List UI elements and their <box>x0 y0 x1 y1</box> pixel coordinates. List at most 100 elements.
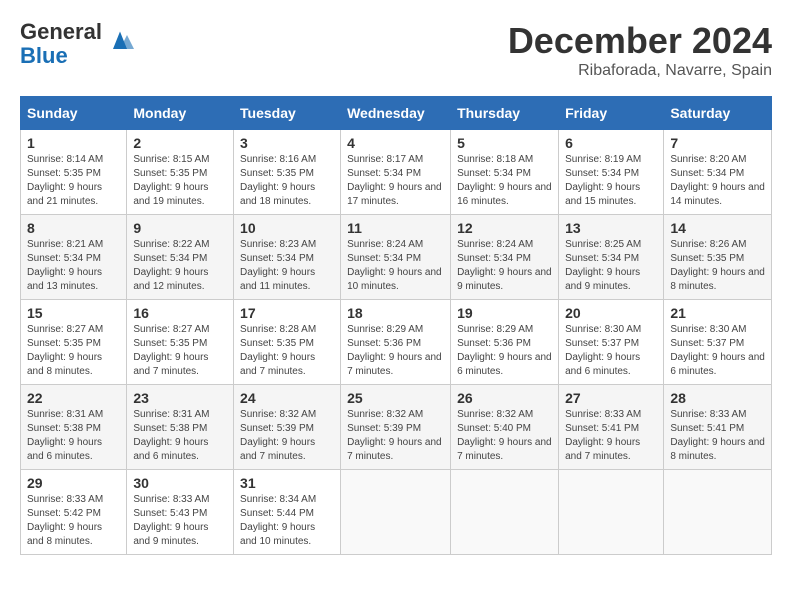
day-number: 19 <box>457 305 552 321</box>
day-number: 14 <box>670 220 765 236</box>
logo-general: General <box>20 20 102 44</box>
calendar-header-friday: Friday <box>559 97 664 130</box>
calendar-day-cell: 7Sunrise: 8:20 AMSunset: 5:34 PMDaylight… <box>664 130 772 215</box>
day-info: Sunrise: 8:21 AMSunset: 5:34 PMDaylight:… <box>27 238 120 294</box>
calendar-day-cell: 19 Sunrise: 8:29 AMSunset: 5:36 PMDayligh… <box>451 300 559 385</box>
logo-blue: Blue <box>20 44 102 68</box>
day-number: 29 <box>27 475 120 491</box>
day-number: 23 <box>133 390 227 406</box>
calendar-week-row: 15 Sunrise: 8:27 AMSunset: 5:35 PMDayligh… <box>21 300 772 385</box>
day-number: 8 <box>27 220 120 236</box>
day-info: Sunrise: 8:33 AMSunset: 5:42 PMDaylight:… <box>27 493 120 549</box>
day-info: Sunrise: 8:26 AMSunset: 5:35 PMDaylight:… <box>670 238 765 294</box>
day-number: 10 <box>240 220 334 236</box>
calendar-header-thursday: Thursday <box>451 97 559 130</box>
day-number: 30 <box>133 475 227 491</box>
calendar-day-cell: 3Sunrise: 8:16 AMSunset: 5:35 PMDaylight… <box>234 130 341 215</box>
calendar-day-cell: 29 Sunrise: 8:33 AMSunset: 5:42 PMDayligh… <box>21 470 127 555</box>
calendar-day-cell: 10 Sunrise: 8:23 AMSunset: 5:34 PMDayligh… <box>234 215 341 300</box>
day-number: 24 <box>240 390 334 406</box>
day-info: Sunrise: 8:29 AMSunset: 5:36 PMDaylight:… <box>457 323 552 379</box>
day-number: 3 <box>240 135 334 151</box>
logo-icon <box>106 28 134 56</box>
calendar-day-cell: 20 Sunrise: 8:30 AMSunset: 5:37 PMDayligh… <box>559 300 664 385</box>
day-info: Sunrise: 8:31 AMSunset: 5:38 PMDaylight:… <box>27 408 120 464</box>
day-number: 5 <box>457 135 552 151</box>
day-info: Sunrise: 8:15 AMSunset: 5:35 PMDaylight:… <box>133 153 227 209</box>
calendar-day-cell: 24 Sunrise: 8:32 AMSunset: 5:39 PMDayligh… <box>234 385 341 470</box>
calendar-day-cell: 8 Sunrise: 8:21 AMSunset: 5:34 PMDaylight… <box>21 215 127 300</box>
day-info: Sunrise: 8:20 AMSunset: 5:34 PMDaylight:… <box>670 153 765 209</box>
day-number: 20 <box>565 305 657 321</box>
calendar-day-cell: 22 Sunrise: 8:31 AMSunset: 5:38 PMDayligh… <box>21 385 127 470</box>
day-info: Sunrise: 8:23 AMSunset: 5:34 PMDaylight:… <box>240 238 334 294</box>
day-info: Sunrise: 8:30 AMSunset: 5:37 PMDaylight:… <box>565 323 657 379</box>
day-number: 26 <box>457 390 552 406</box>
day-number: 4 <box>347 135 444 151</box>
calendar-header-wednesday: Wednesday <box>341 97 451 130</box>
day-info: Sunrise: 8:32 AMSunset: 5:40 PMDaylight:… <box>457 408 552 464</box>
calendar-day-cell: 13 Sunrise: 8:25 AMSunset: 5:34 PMDayligh… <box>559 215 664 300</box>
calendar-day-cell: 25Sunrise: 8:32 AMSunset: 5:39 PMDayligh… <box>341 385 451 470</box>
day-number: 31 <box>240 475 334 491</box>
day-number: 11 <box>347 220 444 236</box>
day-info: Sunrise: 8:18 AMSunset: 5:34 PMDaylight:… <box>457 153 552 209</box>
calendar-day-cell: 30 Sunrise: 8:33 AMSunset: 5:43 PMDayligh… <box>127 470 234 555</box>
day-info: Sunrise: 8:14 AMSunset: 5:35 PMDaylight:… <box>27 153 120 209</box>
day-number: 13 <box>565 220 657 236</box>
day-number: 17 <box>240 305 334 321</box>
day-info: Sunrise: 8:34 AMSunset: 5:44 PMDaylight:… <box>240 493 334 549</box>
calendar-day-cell: 26 Sunrise: 8:32 AMSunset: 5:40 PMDayligh… <box>451 385 559 470</box>
calendar-day-cell: 15 Sunrise: 8:27 AMSunset: 5:35 PMDayligh… <box>21 300 127 385</box>
day-number: 27 <box>565 390 657 406</box>
calendar-day-cell: 5 Sunrise: 8:18 AMSunset: 5:34 PMDaylight… <box>451 130 559 215</box>
day-info: Sunrise: 8:33 AMSunset: 5:41 PMDaylight:… <box>670 408 765 464</box>
day-number: 6 <box>565 135 657 151</box>
calendar-day-cell: 9Sunrise: 8:22 AMSunset: 5:34 PMDaylight… <box>127 215 234 300</box>
day-info: Sunrise: 8:29 AMSunset: 5:36 PMDaylight:… <box>347 323 444 379</box>
day-info: Sunrise: 8:25 AMSunset: 5:34 PMDaylight:… <box>565 238 657 294</box>
day-number: 22 <box>27 390 120 406</box>
calendar-header-saturday: Saturday <box>664 97 772 130</box>
calendar-day-cell: 16 Sunrise: 8:27 AMSunset: 5:35 PMDayligh… <box>127 300 234 385</box>
calendar-header-sunday: Sunday <box>21 97 127 130</box>
day-number: 21 <box>670 305 765 321</box>
calendar-header-row: SundayMondayTuesdayWednesdayThursdayFrid… <box>21 97 772 130</box>
calendar-table: SundayMondayTuesdayWednesdayThursdayFrid… <box>20 96 772 555</box>
day-number: 1 <box>27 135 120 151</box>
empty-cell <box>559 470 664 555</box>
calendar-day-cell: 6 Sunrise: 8:19 AMSunset: 5:34 PMDaylight… <box>559 130 664 215</box>
day-info: Sunrise: 8:30 AMSunset: 5:37 PMDaylight:… <box>670 323 765 379</box>
calendar-day-cell: 4Sunrise: 8:17 AMSunset: 5:34 PMDaylight… <box>341 130 451 215</box>
calendar-day-cell: 27Sunrise: 8:33 AMSunset: 5:41 PMDayligh… <box>559 385 664 470</box>
location: Ribaforada, Navarre, Spain <box>508 62 772 80</box>
day-info: Sunrise: 8:31 AMSunset: 5:38 PMDaylight:… <box>133 408 227 464</box>
empty-cell <box>341 470 451 555</box>
day-number: 18 <box>347 305 444 321</box>
day-number: 16 <box>133 305 227 321</box>
logo: General Blue <box>20 20 134 68</box>
day-info: Sunrise: 8:33 AMSunset: 5:43 PMDaylight:… <box>133 493 227 549</box>
empty-cell <box>664 470 772 555</box>
calendar-day-cell: 23 Sunrise: 8:31 AMSunset: 5:38 PMDayligh… <box>127 385 234 470</box>
day-info: Sunrise: 8:24 AMSunset: 5:34 PMDaylight:… <box>347 238 444 294</box>
day-number: 2 <box>133 135 227 151</box>
day-info: Sunrise: 8:27 AMSunset: 5:35 PMDaylight:… <box>133 323 227 379</box>
day-info: Sunrise: 8:28 AMSunset: 5:35 PMDaylight:… <box>240 323 334 379</box>
calendar-week-row: 22 Sunrise: 8:31 AMSunset: 5:38 PMDayligh… <box>21 385 772 470</box>
calendar-week-row: 29 Sunrise: 8:33 AMSunset: 5:42 PMDayligh… <box>21 470 772 555</box>
calendar-header-monday: Monday <box>127 97 234 130</box>
day-number: 15 <box>27 305 120 321</box>
day-info: Sunrise: 8:27 AMSunset: 5:35 PMDaylight:… <box>27 323 120 379</box>
calendar-day-cell: 14 Sunrise: 8:26 AMSunset: 5:35 PMDayligh… <box>664 215 772 300</box>
calendar-day-cell: 17 Sunrise: 8:28 AMSunset: 5:35 PMDayligh… <box>234 300 341 385</box>
calendar-day-cell: 1 Sunrise: 8:14 AMSunset: 5:35 PMDaylight… <box>21 130 127 215</box>
calendar-day-cell: 18 Sunrise: 8:29 AMSunset: 5:36 PMDayligh… <box>341 300 451 385</box>
calendar-day-cell: 12Sunrise: 8:24 AMSunset: 5:34 PMDayligh… <box>451 215 559 300</box>
title-block: December 2024 Ribaforada, Navarre, Spain <box>508 20 772 80</box>
day-number: 12 <box>457 220 552 236</box>
day-number: 25 <box>347 390 444 406</box>
day-info: Sunrise: 8:19 AMSunset: 5:34 PMDaylight:… <box>565 153 657 209</box>
day-info: Sunrise: 8:32 AMSunset: 5:39 PMDaylight:… <box>240 408 334 464</box>
page-header: General Blue December 2024 Ribaforada, N… <box>20 20 772 80</box>
